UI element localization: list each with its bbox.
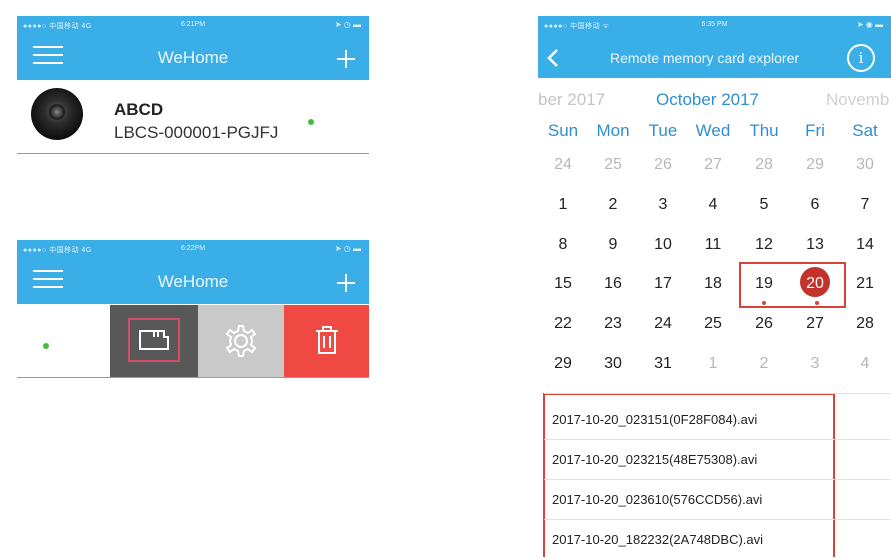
calendar-day[interactable]: 7 (842, 196, 888, 214)
status-icons: ➤ ◷ ▬ (334, 20, 361, 29)
calendar-day[interactable]: 26 (741, 315, 787, 333)
calendar-day[interactable]: 27 (792, 315, 838, 333)
status-time: 6:21PM (180, 21, 206, 28)
info-icon[interactable]: i (847, 44, 875, 72)
calendar-day[interactable]: 6 (792, 196, 838, 214)
weekday-label: Fri (805, 121, 825, 140)
calendar-day[interactable]: 5 (741, 196, 787, 214)
next-month[interactable]: Novemb (826, 90, 889, 110)
calendar-day[interactable]: 24 (540, 156, 586, 174)
gear-icon (225, 325, 257, 357)
add-device-icon[interactable] (337, 50, 355, 68)
calendar-day[interactable]: 23 (590, 315, 636, 333)
device-id: LBCS-000001-PGJFJ (114, 123, 279, 142)
calendar-day[interactable]: 9 (590, 236, 636, 254)
calendar-day[interactable]: 25 (690, 315, 736, 333)
calendar-day[interactable]: 8 (540, 236, 586, 254)
calendar-day[interactable]: 30 (842, 156, 888, 174)
status-time: 6:35 PM (701, 21, 728, 28)
calendar-day[interactable]: 27 (690, 156, 736, 174)
online-status-dot (43, 343, 49, 349)
calendar-day[interactable]: 4 (690, 196, 736, 214)
page-title: Remote memory card explorer (609, 50, 800, 66)
status-time: 6:22PM (180, 245, 206, 252)
device-row[interactable]: ABCD LBCS-000001-PGJFJ (17, 82, 369, 152)
calendar-day[interactable]: 2 (741, 355, 787, 373)
row-divider (544, 393, 891, 394)
status-icons: ➤ ◷ ▬ (334, 244, 361, 253)
row-divider (544, 479, 891, 480)
calendar-day[interactable]: 28 (842, 315, 888, 333)
status-bar: ●●●●○ 中国移动 ᯤ 6:35 PM ➤ ◉ ▬ (538, 16, 891, 34)
weekday-label: Wed (695, 121, 731, 140)
weekday-label: Thu (749, 121, 779, 140)
weekday-label: Sat (852, 121, 878, 140)
current-month: October 2017 (656, 90, 760, 109)
row-divider (544, 519, 891, 520)
recording-dot (815, 301, 819, 305)
row-divider (544, 439, 891, 440)
calendar-day[interactable]: 13 (792, 236, 838, 254)
add-device-icon[interactable] (337, 274, 355, 292)
calendar-day[interactable]: 2 (590, 196, 636, 214)
calendar-day[interactable]: 17 (640, 275, 686, 293)
app-title: WeHome (157, 272, 229, 291)
file-item[interactable]: 2017-10-20_023151(0F28F084).avi (544, 401, 844, 439)
navbar: ●●●●○ 中国移动 ᯤ 6:35 PM ➤ ◉ ▬ Remote memory… (538, 16, 891, 78)
swiped-device-row (17, 305, 369, 378)
calendar-day[interactable]: 29 (540, 355, 586, 373)
calendar-day[interactable]: 28 (741, 156, 787, 174)
calendar-day[interactable]: 1 (690, 355, 736, 373)
calendar-day[interactable]: 30 (590, 355, 636, 373)
avatar (31, 88, 83, 140)
calendar-day[interactable]: 12 (741, 236, 787, 254)
sd-card-button[interactable] (110, 305, 198, 377)
navbar: ●●●●○ 中国移动 4G 6:22PM ➤ ◷ ▬ WeHome (17, 240, 369, 304)
file-item[interactable]: 2017-10-20_023610(576CCD56).avi (544, 481, 844, 519)
calendar-day[interactable]: 26 (640, 156, 686, 174)
status-icons: ➤ ◉ ▬ (856, 20, 883, 29)
app-title: WeHome (157, 48, 229, 67)
prev-month[interactable]: ber 2017 (538, 90, 605, 110)
weekday-label: Sun (547, 121, 579, 140)
calendar-day[interactable]: 18 (690, 275, 736, 293)
calendar-day[interactable]: 29 (792, 156, 838, 174)
recording-dot (762, 301, 766, 305)
delete-button[interactable] (284, 305, 369, 377)
device-name: ABCD (114, 100, 164, 119)
calendar-day[interactable]: 11 (690, 236, 736, 254)
calendar-day[interactable]: 24 (640, 315, 686, 333)
calendar-day[interactable]: 31 (640, 355, 686, 373)
calendar-day[interactable]: 22 (540, 315, 586, 333)
calendar-day[interactable]: 15 (540, 275, 586, 293)
row-divider (17, 153, 369, 154)
calendar-day[interactable]: 14 (842, 236, 888, 254)
weekday-label: Tue (648, 121, 678, 140)
file-item[interactable]: 2017-10-20_023215(48E75308).avi (544, 441, 844, 479)
calendar-day[interactable]: 10 (640, 236, 686, 254)
file-item[interactable]: 2017-10-20_182232(2A748DBC).avi (544, 521, 844, 559)
settings-button[interactable] (198, 305, 284, 377)
recording-days-highlight (739, 262, 846, 308)
calendar-day[interactable]: 1 (540, 196, 586, 214)
trash-icon (316, 326, 338, 354)
navbar: ●●●●○ 中国移动 4G 6:21PM ➤ ◷ ▬ WeHome (17, 16, 369, 80)
calendar-day[interactable]: 3 (792, 355, 838, 373)
calendar-day[interactable]: 16 (590, 275, 636, 293)
calendar-day[interactable]: 3 (640, 196, 686, 214)
calendar-day[interactable]: 4 (842, 355, 888, 373)
sd-card-icon (139, 330, 169, 350)
weekday-label: Mon (596, 121, 630, 140)
calendar-day[interactable]: 25 (590, 156, 636, 174)
status-bar: ●●●●○ 中国移动 4G 6:22PM ➤ ◷ ▬ (17, 240, 369, 258)
calendar-day[interactable]: 21 (842, 275, 888, 293)
online-status-dot (308, 119, 314, 125)
status-bar: ●●●●○ 中国移动 4G 6:21PM ➤ ◷ ▬ (17, 16, 369, 34)
